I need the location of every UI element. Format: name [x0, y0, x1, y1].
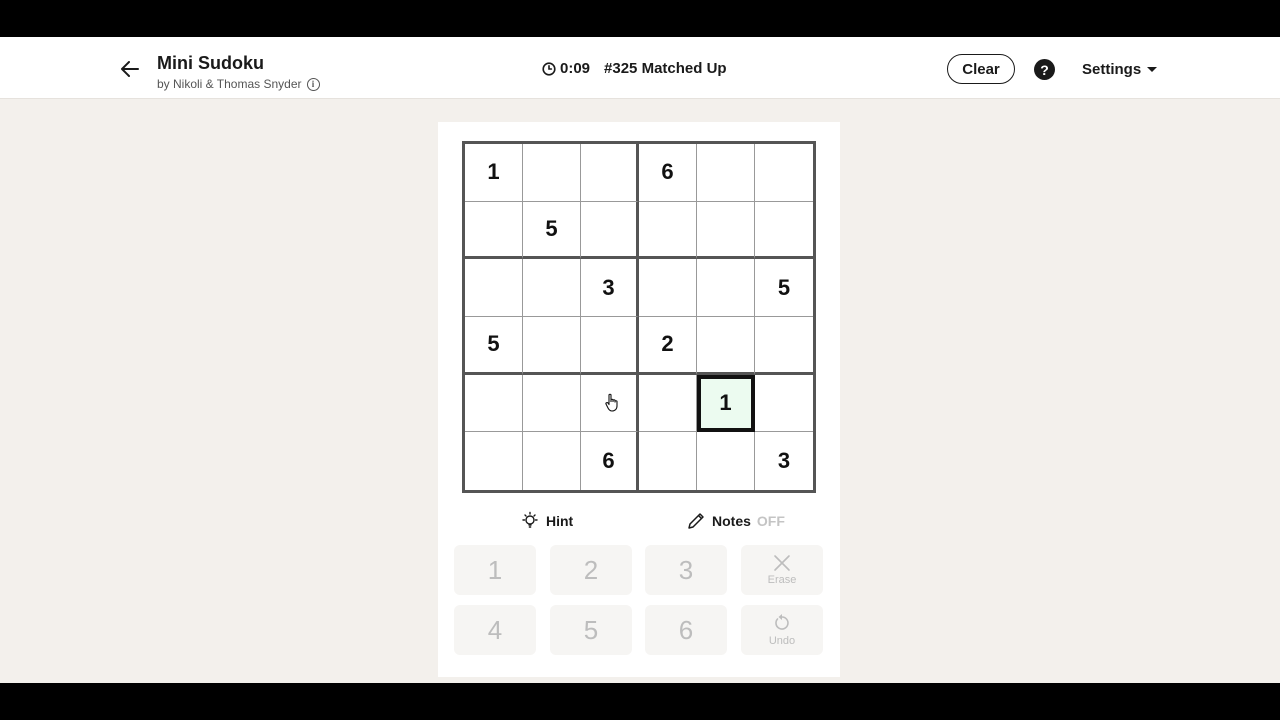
sudoku-cell[interactable]: 6 [639, 144, 697, 202]
sudoku-cell[interactable]: 1 [465, 144, 523, 202]
header-bar: Mini Sudoku by Nikoli & Thomas Snyder i … [0, 37, 1280, 99]
sudoku-cell[interactable]: 3 [581, 259, 639, 317]
sudoku-cell[interactable] [523, 144, 581, 202]
sudoku-cell[interactable] [465, 374, 523, 433]
tool-row: Hint Notes OFF [438, 507, 840, 535]
undo-button[interactable]: Undo [741, 605, 823, 655]
byline-text: by Nikoli & Thomas Snyder [157, 77, 302, 91]
settings-label: Settings [1082, 61, 1142, 78]
sudoku-cell[interactable] [755, 375, 813, 433]
key-3[interactable]: 3 [645, 545, 727, 595]
puzzle-status: 0:09 #325 Matched Up [542, 60, 727, 77]
key-6[interactable]: 6 [645, 605, 727, 655]
key-digit: 4 [487, 614, 503, 645]
sudoku-cell[interactable] [465, 201, 523, 260]
sudoku-cell[interactable] [581, 144, 639, 202]
sudoku-cell[interactable] [639, 201, 697, 260]
hand-cursor-icon [605, 393, 618, 412]
sudoku-cell[interactable]: 2 [639, 317, 697, 375]
sudoku-board: 1653552163 [462, 141, 816, 493]
hint-label: Hint [546, 513, 574, 529]
byline: by Nikoli & Thomas Snyder i [157, 77, 320, 91]
sudoku-cell[interactable] [639, 374, 697, 433]
page-title: Mini Sudoku [157, 53, 264, 73]
notes-toggle[interactable]: Notes OFF [686, 511, 785, 531]
key-digit: 3 [678, 554, 694, 585]
pencil-icon [688, 513, 704, 529]
sudoku-cell[interactable] [523, 317, 581, 375]
key-5[interactable]: 5 [550, 605, 632, 655]
sudoku-cell[interactable] [465, 432, 523, 490]
timer: 0:09 [560, 60, 591, 77]
help-icon[interactable]: ? [1034, 59, 1055, 80]
sudoku-cell[interactable]: 5 [523, 201, 581, 260]
undo-icon [775, 614, 789, 630]
erase-button[interactable]: Erase [741, 545, 823, 595]
sudoku-cell[interactable] [639, 259, 697, 317]
puzzle-name: #325 Matched Up [604, 60, 727, 77]
info-icon[interactable]: i [306, 77, 320, 91]
sudoku-cell[interactable] [523, 374, 581, 433]
key-2[interactable]: 2 [550, 545, 632, 595]
erase-label: Erase [767, 574, 797, 586]
key-digit: 6 [678, 614, 694, 645]
sudoku-cell[interactable] [523, 432, 581, 490]
back-arrow-icon[interactable] [116, 55, 144, 83]
clock-icon [542, 61, 556, 76]
hint-button[interactable]: Hint [520, 511, 573, 531]
sudoku-cell[interactable] [755, 317, 813, 375]
key-1[interactable]: 1 [454, 545, 536, 595]
key-4[interactable]: 4 [454, 605, 536, 655]
sudoku-cell[interactable]: 5 [755, 259, 813, 317]
key-digit: 5 [583, 614, 599, 645]
sudoku-cell[interactable] [581, 317, 639, 375]
notes-state: OFF [756, 513, 785, 529]
lightbulb-icon [522, 511, 538, 528]
sudoku-cell[interactable]: 5 [465, 317, 523, 375]
key-digit: 2 [583, 554, 599, 585]
sudoku-cell[interactable]: 6 [581, 432, 639, 490]
sudoku-cell[interactable] [697, 144, 755, 202]
sudoku-cell[interactable] [697, 259, 755, 317]
undo-label: Undo [768, 635, 796, 647]
settings-dropdown[interactable]: Settings [1082, 61, 1158, 78]
sudoku-cell[interactable] [697, 432, 755, 490]
sudoku-cell[interactable] [523, 259, 581, 317]
close-icon [774, 555, 790, 571]
sudoku-cell[interactable] [697, 201, 755, 260]
key-digit: 1 [487, 554, 503, 585]
chevron-down-icon [1147, 67, 1158, 72]
clear-button[interactable]: Clear [947, 54, 1015, 84]
sudoku-cell[interactable]: 3 [755, 432, 813, 490]
sudoku-cell[interactable] [639, 432, 697, 490]
sudoku-cell[interactable] [755, 144, 813, 202]
notes-label: Notes [712, 513, 751, 529]
sudoku-cell[interactable] [755, 202, 813, 260]
sudoku-cell[interactable] [697, 317, 755, 375]
number-keypad: 1 2 3 Erase 4 5 6 Undo [454, 545, 826, 665]
sudoku-cell[interactable]: 1 [697, 374, 755, 433]
sudoku-cell[interactable] [581, 201, 639, 260]
sudoku-cell[interactable] [465, 259, 523, 317]
